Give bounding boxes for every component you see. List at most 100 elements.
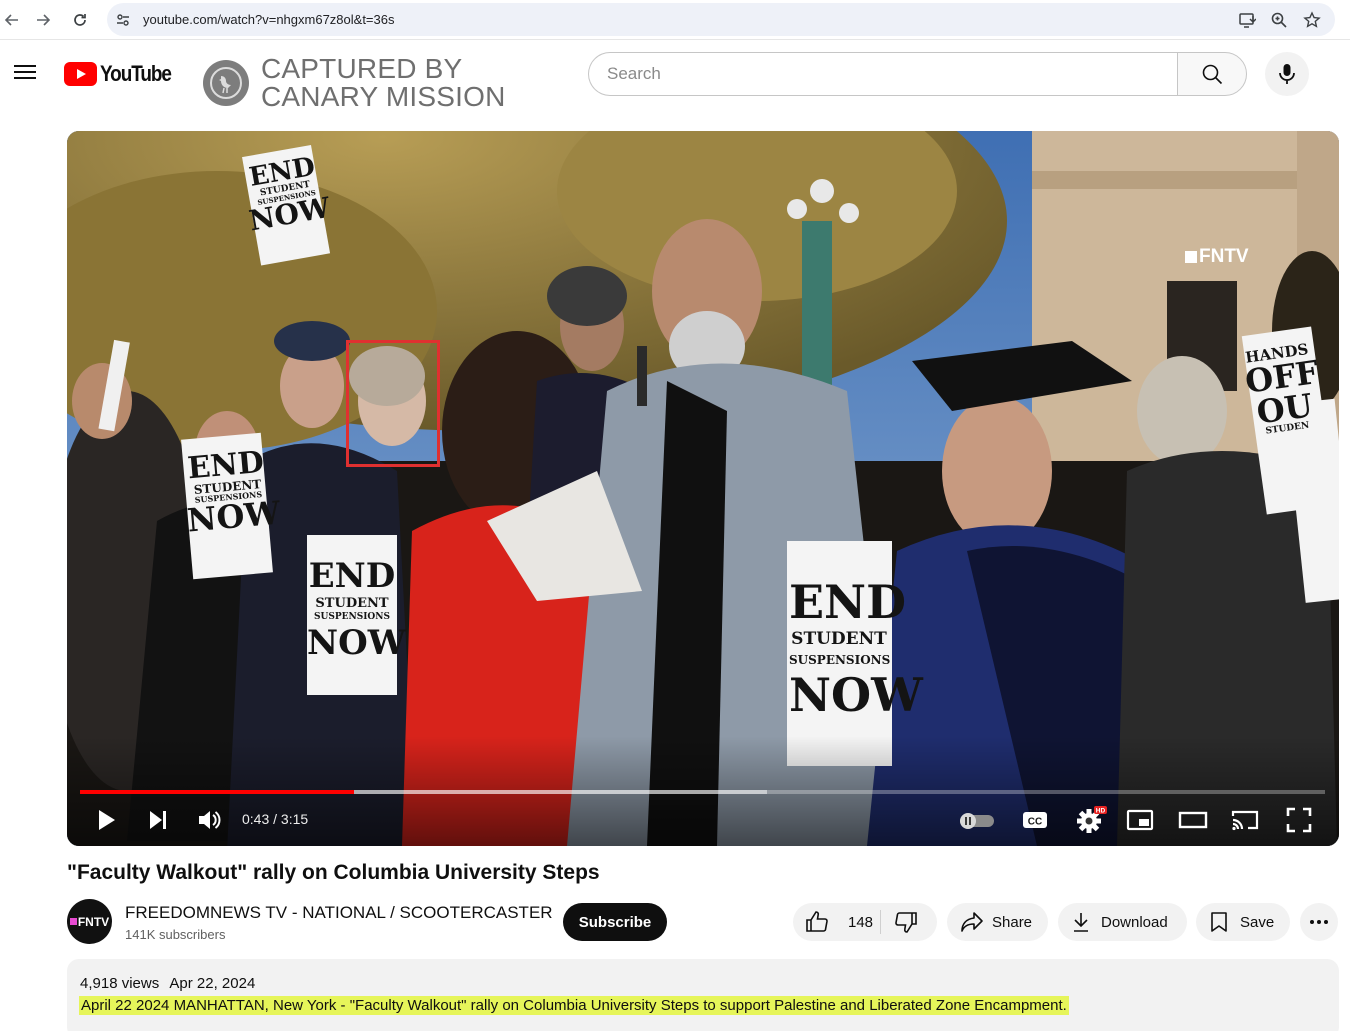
canary-bird-icon (203, 60, 249, 106)
subscriber-count: 141K subscribers (125, 927, 226, 942)
channel-avatar[interactable]: FNTV (67, 899, 112, 944)
upload-date: Apr 22, 2024 (169, 975, 256, 992)
sign-word-now: NOW (789, 668, 923, 722)
like-dislike-group: 148 (793, 903, 937, 941)
sign-text-left: END STUDENT SUSPENSIONS NOW (182, 445, 282, 540)
theater-mode-icon (1178, 811, 1208, 829)
autoplay-toggle[interactable] (957, 804, 997, 836)
time-display: 0:43 / 3:15 (242, 811, 309, 827)
dislike-button[interactable] (893, 910, 919, 934)
download-button[interactable]: Download (1058, 903, 1187, 941)
volume-icon (199, 811, 221, 829)
sign-word-now: NOW (307, 623, 406, 663)
view-count: 4,918 views (80, 975, 160, 992)
download-label: Download (1101, 913, 1168, 931)
zoom-icon[interactable] (1269, 10, 1289, 30)
like-divider (880, 910, 881, 934)
fntv-square-icon (1185, 251, 1197, 263)
sign-word-student: STUDENT (791, 629, 887, 649)
settings-button[interactable]: HD (1072, 804, 1108, 836)
volume-button[interactable] (193, 804, 225, 836)
hamburger-menu-icon[interactable] (12, 61, 38, 87)
fullscreen-icon (1286, 807, 1312, 833)
description-text: April 22 2024 MANHATTAN, New York - "Fac… (79, 996, 1069, 1015)
bookmark-star-icon[interactable] (1302, 10, 1322, 30)
share-arrow-icon (960, 911, 984, 933)
microphone-icon (1279, 64, 1295, 84)
share-button[interactable]: Share (947, 903, 1048, 941)
description-box[interactable]: 4,918 views Apr 22, 2024 April 22 2024 M… (67, 959, 1339, 1031)
next-button[interactable] (143, 804, 173, 836)
cast-icon (1231, 810, 1259, 831)
captions-icon: CC (1023, 812, 1047, 828)
sign-word-end: END (308, 556, 396, 596)
view-date-line: 4,918 views Apr 22, 2024 (80, 975, 255, 992)
video-player[interactable]: END STUDENT SUSPENSIONS NOW END STUDENT … (67, 131, 1339, 846)
red-highlight-box (346, 340, 440, 467)
share-label: Share (992, 913, 1033, 931)
youtube-header: YouTube CAPTURED BY CANARY MISSION (0, 41, 1350, 126)
youtube-wordmark: YouTube (100, 61, 172, 86)
progress-played (80, 790, 354, 794)
play-icon (99, 810, 115, 830)
canary-line-1: CAPTURED BY (261, 53, 463, 84)
skip-next-icon (150, 811, 166, 829)
sign-word-end: END (789, 575, 906, 629)
canary-line-2: CANARY MISSION (261, 81, 506, 112)
back-arrow-icon[interactable] (0, 8, 24, 32)
site-settings-icon[interactable] (113, 10, 133, 30)
channel-name[interactable]: FREEDOMNEWS TV - NATIONAL / SCOOTERCASTE… (125, 903, 553, 923)
like-count: 148 (848, 913, 874, 931)
youtube-logo[interactable]: YouTube (64, 61, 182, 87)
reload-icon[interactable] (68, 8, 92, 32)
sign-word-now: NOW (185, 493, 282, 540)
search-button[interactable] (1177, 52, 1247, 96)
fullscreen-button[interactable] (1283, 804, 1315, 836)
gear-icon: HD (1077, 806, 1107, 833)
sign-text-top: END STUDENT SUSPENSIONS NOW (240, 152, 333, 238)
thumbs-down-icon (895, 912, 917, 933)
voice-search-button[interactable] (1265, 52, 1309, 96)
captions-button[interactable]: CC (1020, 804, 1050, 836)
canary-mission-text: CAPTURED BY CANARY MISSION (261, 55, 506, 111)
avatar-pink-square-icon (69, 918, 77, 925)
thumbs-up-icon (806, 911, 828, 932)
youtube-play-logo-icon (64, 62, 97, 86)
play-button[interactable] (91, 804, 121, 836)
sign-text-center: END STUDENT SUSPENSIONS NOW (307, 556, 406, 663)
like-button[interactable]: 148 (805, 910, 875, 934)
video-title: "Faculty Walkout" rally on Columbia Univ… (67, 861, 600, 884)
channel-avatar-text: FNTV (77, 914, 110, 929)
fntv-watermark: FNTV (1185, 246, 1249, 268)
cc-label: CC (1028, 817, 1042, 828)
download-icon (1071, 911, 1091, 933)
progress-bar[interactable] (80, 790, 1325, 794)
cast-button[interactable] (1228, 804, 1262, 836)
url-text: youtube.com/watch?v=nhgxm67z8ol&t=36s (143, 12, 395, 27)
sign-word-student: STUDENT (315, 596, 389, 611)
canary-mission-watermark: CAPTURED BY CANARY MISSION (203, 55, 506, 111)
sign-word-suspensions: SUSPENSIONS (789, 653, 891, 667)
more-actions-button[interactable] (1300, 903, 1338, 941)
theater-mode-button[interactable] (1176, 804, 1210, 836)
search-bar (588, 52, 1248, 96)
miniplayer-icon (1126, 809, 1154, 831)
search-icon (1202, 64, 1223, 85)
bookmark-icon (1210, 911, 1228, 933)
install-app-icon[interactable] (1237, 10, 1257, 30)
browser-toolbar: youtube.com/watch?v=nhgxm67z8ol&t=36s (0, 0, 1350, 40)
sign-text-right: HANDS OFF OU STUDEN (1241, 340, 1323, 439)
subscribe-button[interactable]: Subscribe (563, 903, 667, 941)
sign-text-speaker: END STUDENT SUSPENSIONS NOW (789, 575, 923, 722)
autoplay-toggle-icon (960, 813, 994, 829)
miniplayer-button[interactable] (1124, 804, 1156, 836)
address-bar[interactable]: youtube.com/watch?v=nhgxm67z8ol&t=36s (107, 3, 1335, 36)
forward-arrow-icon[interactable] (31, 8, 55, 32)
search-input[interactable] (588, 52, 1178, 96)
hd-badge: HD (1096, 808, 1106, 815)
fntv-watermark-text: FNTV (1199, 246, 1249, 267)
more-horizontal-icon (1310, 920, 1328, 924)
sign-word-suspensions: SUSPENSIONS (314, 612, 390, 622)
save-label: Save (1240, 913, 1275, 931)
save-button[interactable]: Save (1196, 903, 1290, 941)
